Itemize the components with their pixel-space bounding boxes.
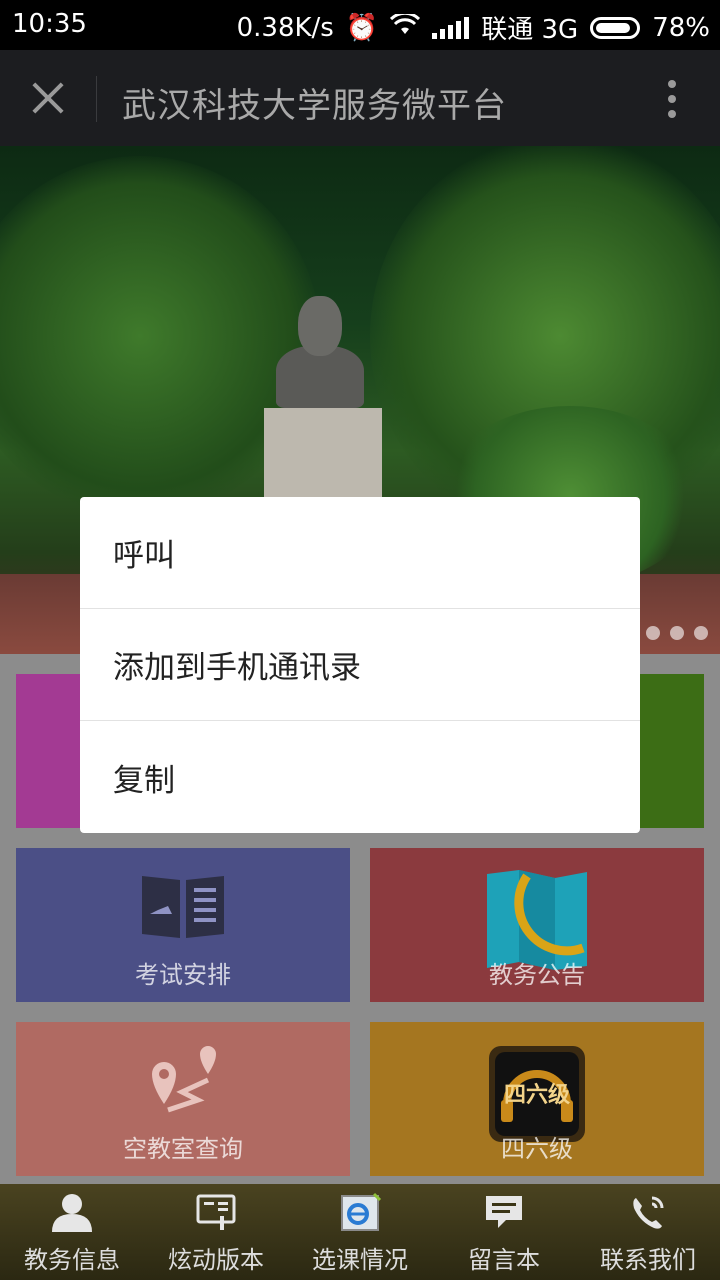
nav-label: 留言本 xyxy=(468,1246,540,1274)
tile-academic-notice[interactable]: 教务公告 xyxy=(370,848,704,1002)
nav-item-contact-us[interactable]: 联系我们 xyxy=(576,1184,720,1280)
alarm-icon: ⏰ xyxy=(345,12,379,43)
browser-icon xyxy=(338,1192,382,1232)
nav-label: 联系我们 xyxy=(600,1246,696,1274)
statue-head xyxy=(298,296,342,356)
title-divider xyxy=(96,76,97,122)
carrier-text: 联通 3G xyxy=(481,15,579,45)
signal-icon xyxy=(432,16,470,39)
bottom-nav: 教务信息 炫动版本 选课情况 留言本 联系我们 xyxy=(0,1184,720,1280)
nav-item-course-selection[interactable]: 选课情况 xyxy=(288,1184,432,1280)
page-title: 武汉科技大学服务微平台 xyxy=(122,86,507,126)
menu-item-call[interactable]: 呼叫 xyxy=(80,497,640,609)
reader-icon xyxy=(194,1192,238,1232)
battery-icon xyxy=(590,16,641,39)
tile-exam-schedule[interactable]: 考试安排 xyxy=(16,848,350,1002)
nav-item-guestbook[interactable]: 留言本 xyxy=(432,1184,576,1280)
nav-label: 教务信息 xyxy=(24,1246,120,1274)
context-menu-dialog: 呼叫 添加到手机通讯录 复制 xyxy=(80,497,640,833)
route-pin-icon xyxy=(138,1044,228,1128)
nav-label: 选课情况 xyxy=(312,1246,408,1274)
wifi-icon xyxy=(390,11,421,43)
tile-empty-classroom[interactable]: 空教室查询 xyxy=(16,1022,350,1176)
tile-cet[interactable]: 四六级 四六级 xyxy=(370,1022,704,1176)
network-speed: 0.38K/s xyxy=(236,12,334,43)
battery-percent: 78% xyxy=(652,12,710,43)
status-time: 10:35 xyxy=(12,9,87,39)
carousel-dots xyxy=(646,626,708,640)
message-icon xyxy=(482,1192,526,1232)
tile-label: 四六级 xyxy=(501,1135,573,1163)
cet-badge-text: 四六级 xyxy=(504,1082,570,1108)
tile-label: 空教室查询 xyxy=(123,1135,243,1163)
phone-icon xyxy=(626,1192,670,1232)
nav-item-academic-info[interactable]: 教务信息 xyxy=(0,1184,144,1280)
tile-label: 考试安排 xyxy=(135,961,231,989)
menu-item-copy[interactable]: 复制 xyxy=(80,721,640,833)
book-icon xyxy=(138,870,228,946)
menu-item-add-contact[interactable]: 添加到手机通讯录 xyxy=(80,609,640,721)
status-bar: 10:35 0.38K/s ⏰ 联通 3G 78% xyxy=(0,0,720,50)
nav-item-version[interactable]: 炫动版本 xyxy=(144,1184,288,1280)
title-bar: 武汉科技大学服务微平台 xyxy=(0,50,720,146)
close-icon[interactable] xyxy=(26,76,70,120)
nav-label: 炫动版本 xyxy=(168,1246,264,1274)
person-icon xyxy=(50,1192,94,1232)
tile-label: 教务公告 xyxy=(489,961,585,989)
more-menu-icon[interactable] xyxy=(668,80,676,120)
status-right: 0.38K/s ⏰ 联通 3G 78% xyxy=(237,9,710,46)
